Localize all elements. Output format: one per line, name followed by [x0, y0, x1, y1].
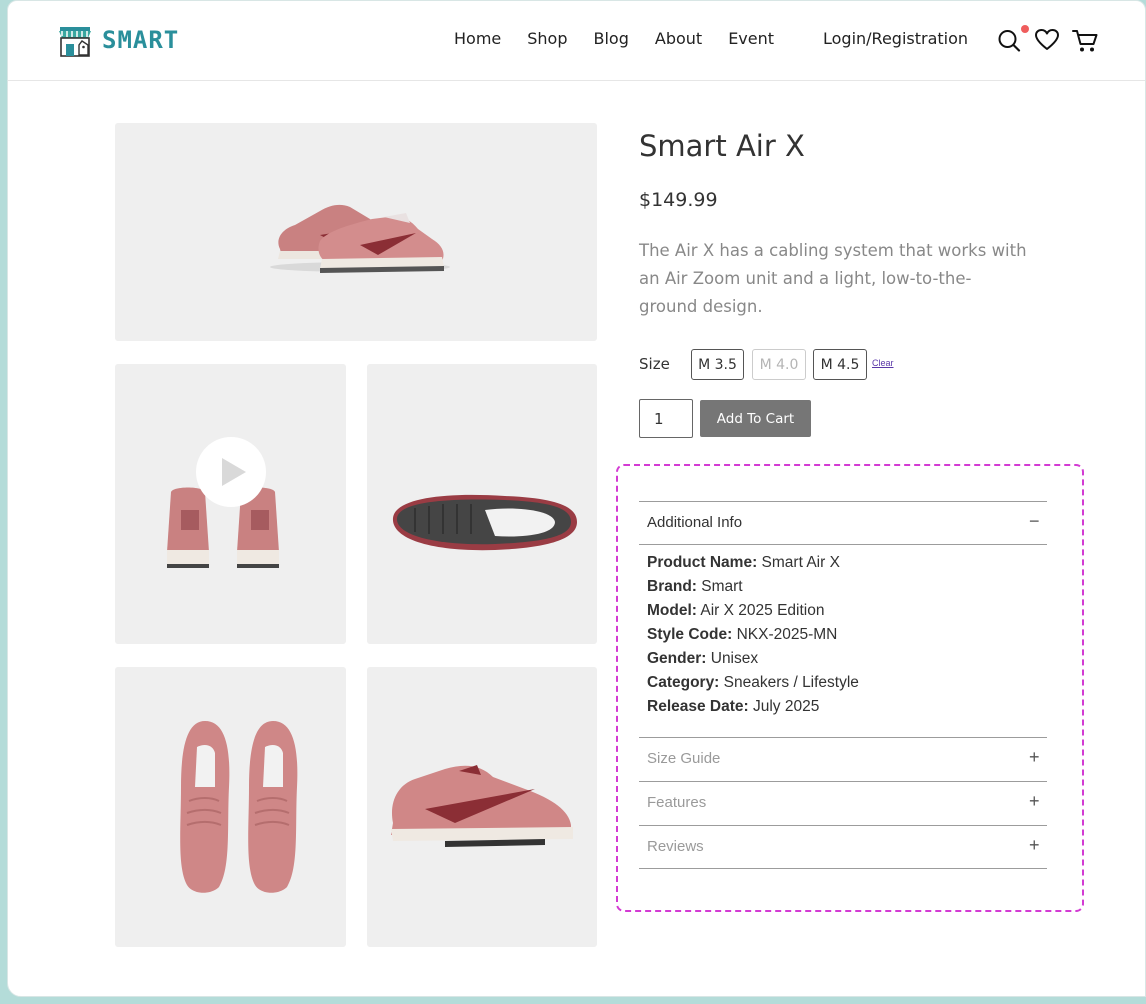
site-header: SMART Home Shop Blog About Event Login/R…: [8, 1, 1145, 81]
info-row-product-name: Product Name: Smart Air X: [647, 554, 840, 571]
accordion-header-reviews[interactable]: Reviews: [647, 838, 704, 855]
play-button[interactable]: [196, 437, 266, 507]
info-row-style-code: Style Code: NKX-2025-MN: [647, 626, 838, 643]
product-price: $149.99: [639, 189, 718, 211]
collapse-icon[interactable]: −: [1029, 511, 1040, 532]
store-logo-icon: [59, 27, 91, 57]
accordion-divider: [639, 868, 1047, 869]
size-option-m3-5[interactable]: M 3.5: [691, 349, 744, 380]
clear-size-link[interactable]: Clear: [872, 358, 894, 368]
logo[interactable]: SMART: [56, 21, 179, 59]
page-frame: SMART Home Shop Blog About Event Login/R…: [7, 0, 1146, 997]
size-option-m4-0[interactable]: M 4.0: [752, 349, 806, 380]
expand-icon[interactable]: +: [1029, 835, 1040, 856]
gallery-top-view-image[interactable]: [115, 667, 346, 947]
shoe-pair-side-image: [270, 204, 450, 273]
accordion-divider: [639, 781, 1047, 782]
main-nav: Home Shop Blog About Event: [454, 29, 800, 48]
accordion-divider: [639, 544, 1047, 545]
cart-icon[interactable]: [1071, 28, 1099, 54]
accordion-header-size-guide[interactable]: Size Guide: [647, 750, 720, 767]
gallery-side-image[interactable]: [367, 667, 597, 947]
nav-event[interactable]: Event: [728, 29, 774, 48]
add-to-cart-button[interactable]: Add To Cart: [700, 400, 811, 437]
search-icon[interactable]: [997, 28, 1021, 54]
login-registration-link[interactable]: Login/Registration: [823, 29, 968, 48]
info-row-category: Category: Sneakers / Lifestyle: [647, 674, 859, 691]
gallery-main-image[interactable]: [115, 123, 597, 341]
accordion-header-additional-info[interactable]: Additional Info: [647, 514, 742, 531]
quantity-input[interactable]: 1: [639, 399, 693, 438]
info-row-release-date: Release Date: July 2025: [647, 698, 820, 715]
info-row-gender: Gender: Unisex: [647, 650, 759, 667]
nav-shop[interactable]: Shop: [527, 29, 567, 48]
logo-text: SMART: [102, 26, 180, 54]
size-label: Size: [639, 355, 670, 373]
product-title: Smart Air X: [639, 129, 805, 163]
notification-dot: [1021, 25, 1029, 33]
expand-icon[interactable]: +: [1029, 747, 1040, 768]
heart-icon[interactable]: [1034, 28, 1060, 52]
accordion-divider: [639, 501, 1047, 502]
accordion-divider: [639, 737, 1047, 738]
shoe-sole-image: [392, 494, 577, 551]
accordion-divider: [639, 825, 1047, 826]
size-option-m4-5[interactable]: M 4.5: [813, 349, 867, 380]
info-row-model: Model: Air X 2025 Edition: [647, 602, 825, 619]
nav-about[interactable]: About: [655, 29, 702, 48]
product-description: The Air X has a cabling system that work…: [639, 241, 1027, 316]
gallery-video-thumbnail[interactable]: [115, 364, 346, 644]
expand-icon[interactable]: +: [1029, 791, 1040, 812]
nav-blog[interactable]: Blog: [594, 29, 629, 48]
gallery-sole-image[interactable]: [367, 364, 597, 644]
accordion-header-features[interactable]: Features: [647, 794, 706, 811]
shoe-single-side-image: [391, 765, 573, 847]
play-icon: [222, 458, 246, 486]
shoe-pair-top-image: [180, 721, 298, 893]
nav-home[interactable]: Home: [454, 29, 501, 48]
info-row-brand: Brand: Smart: [647, 578, 743, 595]
